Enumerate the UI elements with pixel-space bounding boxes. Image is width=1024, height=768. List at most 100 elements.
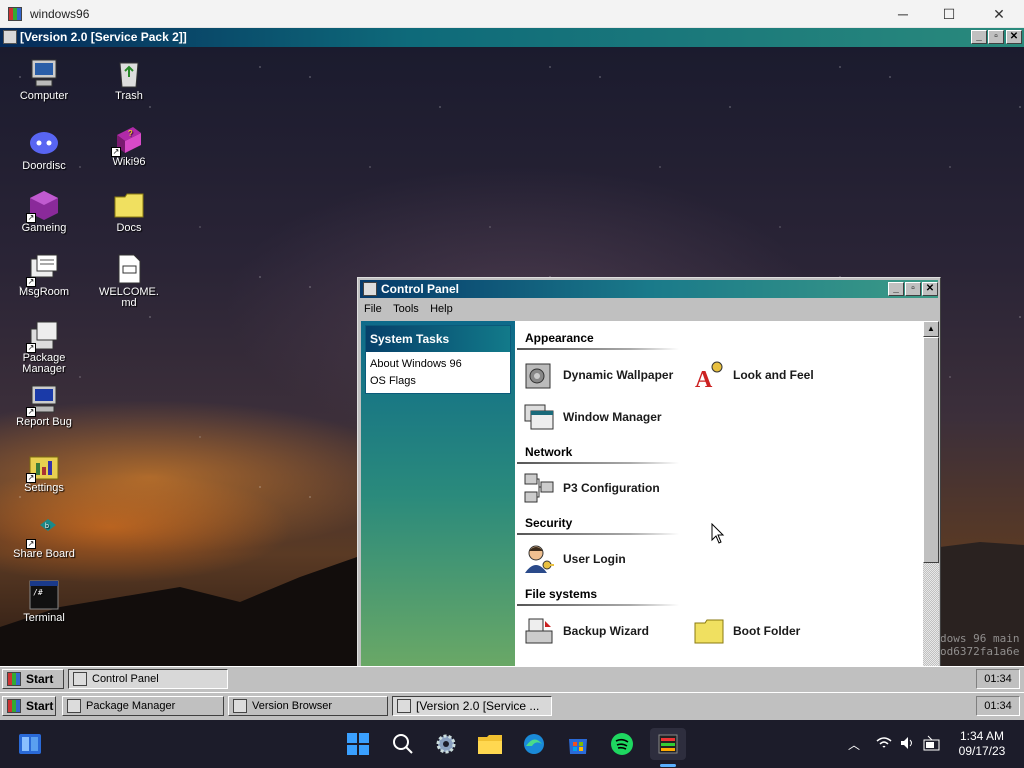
watermark-line: dows 96 main [940,632,1020,645]
store-icon[interactable] [562,728,594,760]
item-user-login[interactable]: User Login [523,543,626,575]
desktop-icon-settings[interactable]: ↗ Settings [4,449,84,494]
desktop-icon-computer[interactable]: Computer [4,57,84,102]
system-tasks-panel: System Tasks About Windows 96 OS Flags [365,325,511,394]
desktop-icon-label: Computer [19,90,69,102]
scroll-thumb[interactable] [923,337,939,563]
section-title-file-systems: File systems [525,587,598,601]
desktop-icon-label: Trash [115,90,143,102]
folder-icon [693,615,725,647]
start-button-inner[interactable]: Start [2,669,64,689]
item-label: Backup Wizard [563,624,649,638]
task-os-flags[interactable]: OS Flags [366,372,510,389]
desktop-icon-welcome-md[interactable]: WELCOME.md [89,253,169,309]
desktop-icon-msgroom[interactable]: ↗ MsgRoom [4,253,84,298]
discord-icon [28,127,60,159]
host-close-button[interactable]: ✕ [976,0,1022,28]
taskbar-item-version-2[interactable]: [Version 2.0 [Service ... [392,696,552,716]
control-panel-title-bar[interactable]: Control Panel _ ▫ ✕ [360,280,938,298]
battery-icon[interactable] [923,735,941,754]
active-app-indicator [660,764,676,767]
desktop-icon-package-manager[interactable]: ↗ Package Manager [4,319,84,375]
item-look-and-feel[interactable]: A Look and Feel [693,359,814,393]
settings-gear-icon[interactable] [430,728,462,760]
item-label: User Login [563,552,626,566]
control-panel-scrollbar[interactable]: ▲ [923,321,939,667]
section-divider [517,348,679,350]
cp-close-button[interactable]: ✕ [922,282,938,296]
report-bug-icon: ↗ [26,383,60,417]
svg-text:A: A [695,367,713,391]
svg-text:?: ? [128,129,133,138]
menu-tools[interactable]: Tools [389,301,423,315]
wifi-icon[interactable] [876,736,892,753]
item-label: Look and Feel [733,368,814,382]
control-panel-icon [73,672,87,686]
widgets-icon[interactable] [14,728,46,760]
network-icon [523,472,555,504]
item-p3-configuration[interactable]: P3 Configuration [523,472,660,504]
desktop-icon-wiki96[interactable]: ? ↗ Wiki96 [89,123,169,168]
cp-minimize-button[interactable]: _ [888,282,904,296]
system-clock[interactable]: 1:34 AM 09/17/23 [950,729,1014,759]
settings-icon: ↗ [26,449,60,483]
scroll-up-arrow-icon[interactable]: ▲ [923,321,939,337]
control-panel-sidebar: System Tasks About Windows 96 OS Flags [361,321,515,667]
svg-text:b: b [45,523,49,530]
menu-file[interactable]: File [360,301,386,315]
item-window-manager[interactable]: Window Manager [523,401,662,433]
file-explorer-icon[interactable] [474,728,506,760]
control-panel-window: Control Panel _ ▫ ✕ File Tools Help Syst… [357,277,941,667]
chevron-up-icon[interactable]: ︿ [848,736,860,753]
clock-date: 09/17/23 [958,744,1006,758]
desktop-icon-docs[interactable]: Docs [89,189,169,234]
item-label: Dynamic Wallpaper [563,368,674,382]
search-icon[interactable] [387,728,419,760]
desktop-icon-label: Settings [24,482,64,494]
desktop-icon-share-board[interactable]: b ↗ Share Board [4,515,84,560]
w96-clock-outer: 01:34 [976,696,1020,716]
menu-help[interactable]: Help [426,301,457,315]
start-label: Start [26,672,54,686]
terminal-icon: /# [28,579,60,611]
desktop-icon-trash[interactable]: Trash [89,57,169,102]
desktop-icon-report-bug[interactable]: ↗ Report Bug [4,383,84,428]
control-panel-menubar: File Tools Help [360,301,938,319]
w96-taskbar-outer: Start Package Manager Version Browser [V… [0,692,1024,720]
vm-maximize-button[interactable]: ▫ [988,30,1004,44]
section-title-network: Network [525,445,573,459]
control-panel-icon [363,282,377,296]
user-key-icon [523,543,555,575]
item-dynamic-wallpaper[interactable]: Dynamic Wallpaper [523,359,673,391]
item-boot-folder[interactable]: Boot Folder [693,615,800,647]
task-about-windows96[interactable]: About Windows 96 [366,355,510,372]
host-restore-button[interactable]: ☐ [926,0,972,28]
item-label: Window Manager [563,410,662,424]
host-title-bar: windows96 ─ ☐ ✕ [0,0,1024,28]
folder-icon [113,189,145,221]
package-icon: ↗ [26,319,60,353]
taskbar-item-version-browser[interactable]: Version Browser [228,696,388,716]
item-backup-wizard[interactable]: Backup Wizard [523,615,649,647]
taskbar-item-package-manager[interactable]: Package Manager [62,696,224,716]
vm-close-button[interactable]: ✕ [1006,30,1022,44]
vm-minimize-button[interactable]: _ [971,30,987,44]
cp-maximize-button[interactable]: ▫ [905,282,921,296]
volume-icon[interactable] [900,736,916,753]
edge-browser-icon[interactable] [518,728,550,760]
spotify-icon[interactable] [606,728,638,760]
windows96-running-icon[interactable] [650,728,686,760]
host-window-title: windows96 [30,7,90,21]
start-button-outer[interactable]: Start [2,696,56,716]
desktop-icon-label: Share Board [13,548,75,560]
taskbar-item-control-panel[interactable]: Control Panel [68,669,228,689]
desktop-icon-doordisc[interactable]: Doordisc [4,127,84,172]
host-minimize-button[interactable]: ─ [880,0,926,28]
markdown-file-icon [113,253,145,285]
windows-start-icon[interactable] [342,728,374,760]
desktop-icon-terminal[interactable]: /# Terminal [4,579,84,624]
desktop-icon-label: Doordisc [22,160,66,172]
taskbar-item-label: [Version 2.0 [Service ... [416,699,540,713]
backup-icon [523,615,555,647]
desktop-icon-gameing[interactable]: ↗ Gameing [4,189,84,234]
